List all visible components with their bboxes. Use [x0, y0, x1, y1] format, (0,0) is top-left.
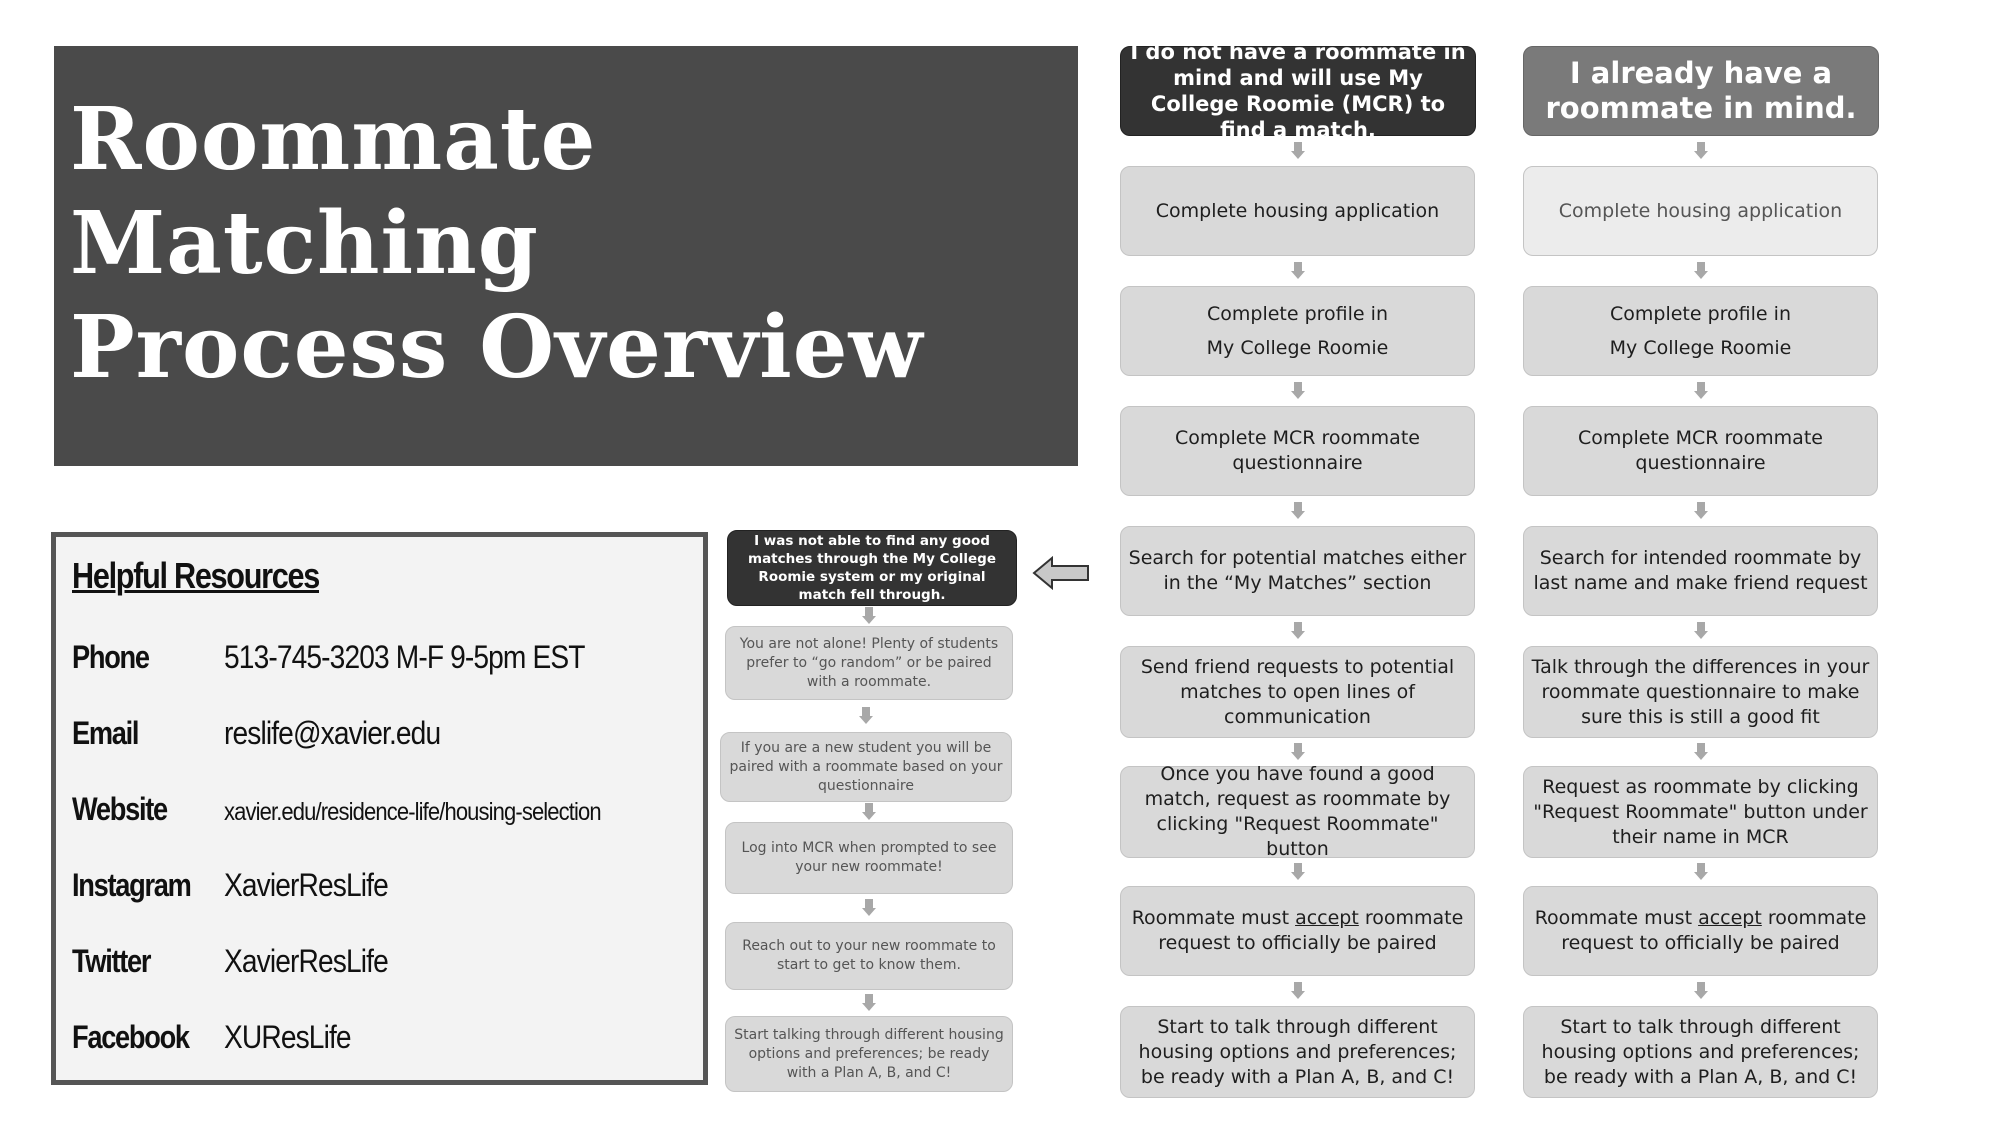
flow-step: Complete MCR roommate questionnaire: [1120, 406, 1475, 496]
flow-step: Complete profile in My College Roomie: [1523, 286, 1878, 376]
flow-step-text: Reach out to your new roommate to start …: [742, 938, 996, 973]
down-arrow-icon: [862, 994, 876, 1012]
step-text-part: Roommate must: [1131, 907, 1296, 929]
page-title: Roommate Matching Process Overview: [70, 88, 1078, 400]
flow-step: Roommate must accept roommate request to…: [1523, 886, 1878, 976]
down-arrow-icon: [1693, 142, 1708, 160]
resource-value: XavierResLife: [224, 943, 389, 979]
flow-step-text: Complete profile in My College Roomie: [1206, 303, 1389, 359]
title-line-2: Process Overview: [70, 297, 924, 398]
resource-value[interactable]: reslife@xavier.edu: [224, 715, 441, 752]
down-arrow-icon: [1290, 743, 1305, 761]
down-arrow-icon: [1693, 262, 1708, 280]
flow-step: You are not alone! Plenty of students pr…: [725, 626, 1013, 700]
left-arrow-icon: [1032, 556, 1089, 590]
flow-step: Complete MCR roommate questionnaire: [1523, 406, 1878, 496]
flow-step-text: Start talking through different housing …: [734, 1026, 1004, 1081]
flow-header: I was not able to find any good matches …: [727, 530, 1017, 606]
flow-step: Reach out to your new roommate to start …: [725, 922, 1013, 990]
flow-step-text: Complete MCR roommate questionnaire: [1175, 427, 1420, 474]
flow-step: Search for intended roommate by last nam…: [1523, 526, 1878, 616]
flow-step-text: Search for potential matches either in t…: [1128, 547, 1467, 594]
down-arrow-icon: [1693, 863, 1708, 881]
flow-header-text: I already have a roommate in mind.: [1545, 56, 1857, 125]
down-arrow-icon: [1290, 863, 1305, 881]
resource-row-email: Email reslife@xavier.edu: [72, 715, 703, 791]
flow-step-text: You are not alone! Plenty of students pr…: [739, 635, 999, 690]
resources-heading: Helpful Resources: [72, 555, 320, 596]
flow-step-text: Once you have found a good match, reques…: [1144, 763, 1451, 860]
flow-step-text: If you are a new student you will be pai…: [729, 739, 1003, 794]
down-arrow-icon: [1290, 382, 1305, 400]
flow-step: Talk through the differences in your roo…: [1523, 646, 1878, 738]
flow-step: Start to talk through different housing …: [1120, 1006, 1475, 1098]
down-arrow-icon: [1290, 142, 1305, 160]
flow-step-text: Roommate must accept roommate request to…: [1127, 906, 1468, 956]
resource-value: XavierResLife: [224, 867, 389, 903]
flow-header-text: I was not able to find any good matches …: [748, 533, 996, 603]
flow-step-text: Search for intended roommate by last nam…: [1533, 547, 1868, 594]
down-arrow-icon: [862, 803, 876, 821]
flow-step-text: Log into MCR when prompted to see your n…: [741, 840, 997, 875]
down-arrow-icon: [1693, 622, 1708, 640]
flow-header: I already have a roommate in mind.: [1523, 46, 1879, 136]
down-arrow-icon: [1290, 982, 1305, 1000]
down-arrow-icon: [1693, 743, 1708, 761]
flow-step-text: Start to talk through different housing …: [1138, 1015, 1457, 1088]
resource-row-website: Website xavier.edu/residence-life/housing…: [72, 791, 703, 867]
down-arrow-icon: [1290, 502, 1305, 520]
flow-step: Search for potential matches either in t…: [1120, 526, 1475, 616]
resource-label: Twitter: [72, 943, 151, 979]
down-arrow-icon: [862, 607, 876, 625]
down-arrow-icon: [1693, 382, 1708, 400]
resource-value: XUResLife: [224, 1019, 352, 1055]
resource-value: 513-745-3203 M-F 9-5pm EST: [224, 639, 585, 675]
down-arrow-icon: [1290, 262, 1305, 280]
flow-step: Complete housing application: [1523, 166, 1878, 256]
flow-step: Send friend requests to potential matche…: [1120, 646, 1475, 738]
flow-step: Start to talk through different housing …: [1523, 1006, 1878, 1098]
step-text-part: Roommate must: [1534, 907, 1699, 929]
flow-step: Complete profile in My College Roomie: [1120, 286, 1475, 376]
down-arrow-icon: [862, 899, 876, 917]
flow-step: Once you have found a good match, reques…: [1120, 763, 1475, 860]
flow-step: Roommate must accept roommate request to…: [1120, 886, 1475, 976]
title-banner: Roommate Matching Process Overview: [54, 46, 1078, 466]
down-arrow-icon: [1290, 622, 1305, 640]
flow-header: I do not have a roommate in mind and wil…: [1120, 40, 1476, 142]
step-text-emphasis: accept: [1295, 907, 1359, 929]
flow-header-text: I do not have a roommate in mind and wil…: [1130, 40, 1466, 142]
helpful-resources-panel: Helpful Resources Phone 513-745-3203 M-F …: [51, 532, 708, 1085]
resource-label: Instagram: [72, 867, 192, 903]
down-arrow-icon: [1693, 502, 1708, 520]
flow-step-text: Request as roommate by clicking "Request…: [1533, 775, 1868, 848]
resource-row-instagram: Instagram XavierResLife: [72, 867, 703, 943]
flow-step-text: Complete housing application: [1155, 199, 1440, 222]
flow-step-text: Roommate must accept roommate request to…: [1530, 906, 1871, 956]
title-line-1: Roommate Matching: [70, 89, 597, 294]
resource-row-twitter: Twitter XavierResLife: [72, 943, 703, 1019]
resource-label: Phone: [72, 639, 150, 675]
resource-value[interactable]: xavier.edu/residence-life/housing-select…: [224, 798, 602, 827]
resource-label: Website: [72, 791, 168, 827]
step-text-emphasis: accept: [1698, 907, 1762, 929]
flow-step-text: Complete profile in My College Roomie: [1609, 303, 1792, 359]
flow-step-text: Complete housing application: [1558, 199, 1843, 222]
flow-step-text: Talk through the differences in your roo…: [1531, 655, 1870, 728]
resource-label: Email: [72, 715, 139, 751]
flow-step-text: Send friend requests to potential matche…: [1140, 655, 1455, 728]
flow-step: Complete housing application: [1120, 166, 1475, 256]
down-arrow-icon: [859, 707, 873, 725]
flow-step: Request as roommate by clicking "Request…: [1523, 766, 1878, 858]
resource-label: Facebook: [72, 1019, 190, 1055]
flow-step: Start talking through different housing …: [725, 1016, 1013, 1092]
flow-step: If you are a new student you will be pai…: [720, 732, 1012, 802]
down-arrow-icon: [1693, 982, 1708, 1000]
flow-step-text: Complete MCR roommate questionnaire: [1578, 427, 1823, 474]
flow-step: Log into MCR when prompted to see your n…: [725, 822, 1013, 894]
resource-row-facebook: Facebook XUResLife: [72, 1019, 703, 1095]
resource-row-phone: Phone 513-745-3203 M-F 9-5pm EST: [72, 639, 703, 715]
flow-step-text: Start to talk through different housing …: [1541, 1015, 1860, 1088]
